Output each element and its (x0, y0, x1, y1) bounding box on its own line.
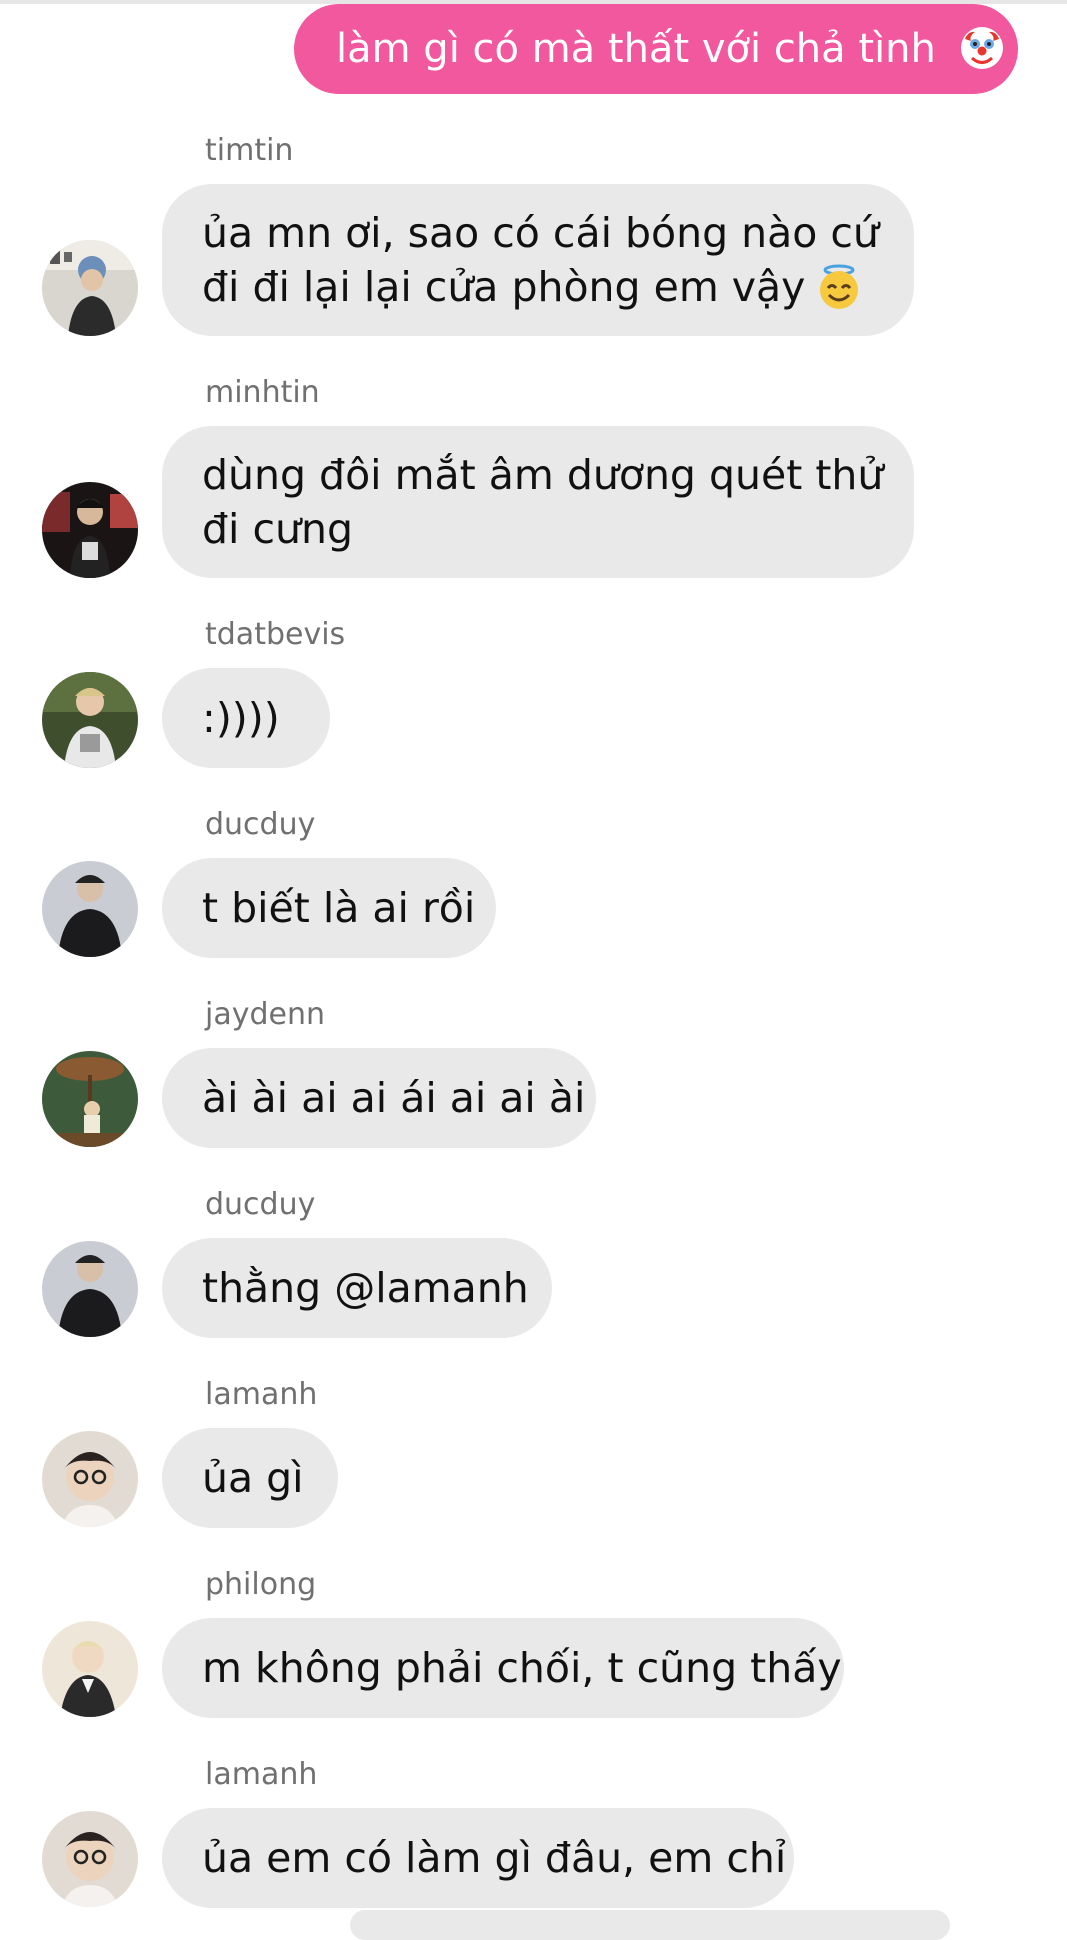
avatar[interactable] (42, 240, 138, 336)
avatar[interactable] (42, 1621, 138, 1717)
avatar[interactable] (42, 1431, 138, 1527)
message-text: ài ài ai ai ái ai ai ài (202, 1074, 586, 1122)
avatar[interactable] (42, 672, 138, 768)
message-bubble[interactable]: ủa gì (162, 1428, 338, 1528)
message-text: thằng @lamanh (202, 1264, 529, 1312)
sender-name: ducduy (205, 807, 316, 842)
message-text: :)))) (202, 694, 280, 742)
message-bubble[interactable]: thằng @lamanh (162, 1238, 552, 1338)
clown-face-icon (960, 27, 1003, 69)
message-bubble[interactable]: ài ài ai ai ái ai ai ài (162, 1048, 596, 1148)
sent-message-text: làm gì có mà thất với chả tình (336, 26, 936, 72)
sender-name: ducduy (205, 1187, 316, 1222)
sender-name: tdatbevis (205, 617, 346, 652)
smiling-face-with-halo-icon (820, 264, 859, 309)
avatar[interactable] (42, 1241, 138, 1337)
message-bubble[interactable]: ủa mn ơi, sao có cái bóng nào cứ đi đi l… (162, 184, 914, 336)
avatar[interactable] (42, 1051, 138, 1147)
message-text: t biết là ai rồi (202, 884, 476, 932)
sent-message-bubble[interactable]: làm gì có mà thất với chả tình (294, 4, 1018, 94)
message-line-with-emoji: đi đi lại lại cửa phòng em vậy (202, 260, 863, 314)
sender-name: lamanh (205, 1377, 318, 1412)
message-text: ủa em có làm gì đâu, em chỉ (202, 1834, 787, 1882)
message-bubble[interactable]: ủa em có làm gì đâu, em chỉ (162, 1808, 794, 1908)
sender-name: lamanh (205, 1757, 318, 1792)
message-line: ủa mn ơi, sao có cái bóng nào cứ (202, 209, 879, 257)
message-text: ủa gì (202, 1454, 304, 1502)
sender-name: jaydenn (205, 997, 325, 1032)
sender-name: timtin (205, 133, 294, 168)
sender-name: philong (205, 1567, 317, 1602)
message-line: đi đi lại lại cửa phòng em vậy (202, 263, 806, 311)
message-bubble[interactable]: dùng đôi mắt âm dương quét thử đi cưng (162, 426, 914, 578)
message-line: đi cưng (202, 505, 353, 553)
message-line: dùng đôi mắt âm dương quét thử (202, 451, 884, 499)
message-bubble[interactable]: t biết là ai rồi (162, 858, 496, 958)
next-message-bubble-peek (350, 1910, 950, 1940)
message-bubble[interactable]: m không phải chối, t cũng thấy (162, 1618, 844, 1718)
avatar[interactable] (42, 482, 138, 578)
sender-name: minhtin (205, 375, 320, 410)
avatar[interactable] (42, 861, 138, 957)
message-bubble[interactable]: :)))) (162, 668, 330, 768)
message-text: m không phải chối, t cũng thấy (202, 1644, 842, 1692)
avatar[interactable] (42, 1811, 138, 1907)
